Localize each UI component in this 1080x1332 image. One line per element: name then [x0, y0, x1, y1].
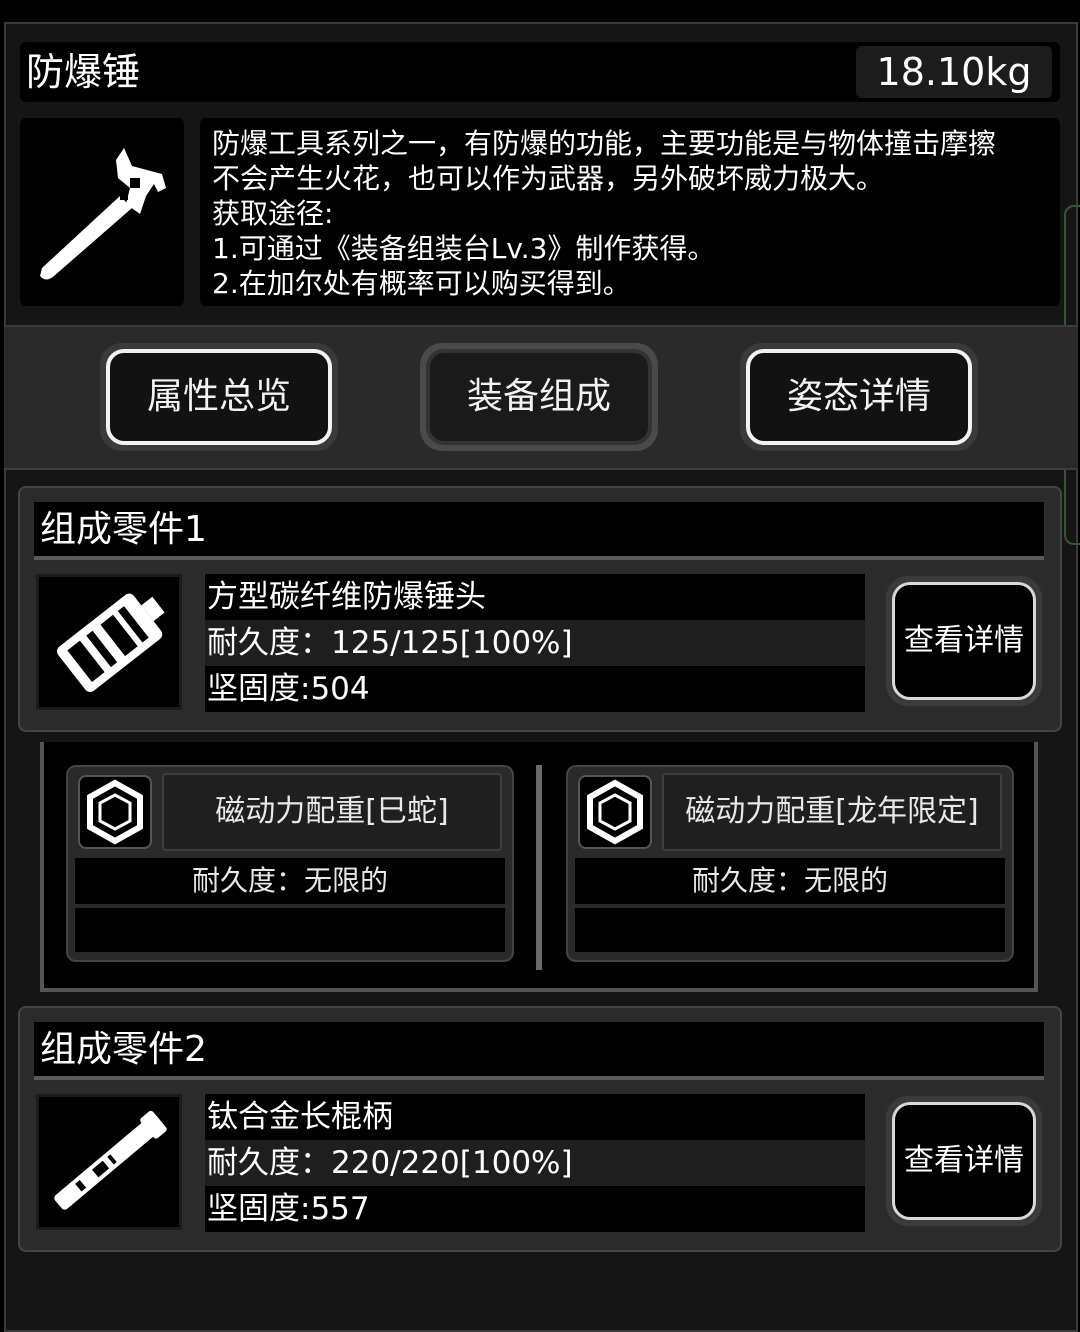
description-line: 防爆工具系列之一，有防爆的功能，主要功能是与物体撞击摩擦: [212, 127, 997, 160]
part-name: 方型碳纤维防爆锤头: [205, 574, 865, 620]
handle-icon: [36, 1094, 182, 1230]
tab-composition[interactable]: 装备组成: [420, 343, 658, 451]
description-line: 1.可通过《装备组装台Lv.3》制作获得。: [212, 232, 716, 265]
tab-stance-label: 姿态详情: [746, 349, 972, 445]
hammer-icon: [20, 118, 184, 306]
description-line: 获取途径:: [212, 197, 334, 230]
part-hardness: 坚固度:557: [205, 1186, 865, 1232]
part-durability: 耐久度：125/125[100%]: [205, 620, 865, 666]
item-description: 防爆工具系列之一，有防爆的功能，主要功能是与物体撞击摩擦 不会产生火花，也可以作…: [200, 118, 1060, 306]
weight-icon: [578, 775, 652, 849]
part-hardness: 坚固度:504: [205, 666, 865, 712]
accessory-empty-row-1: [75, 908, 505, 952]
description-line: 不会产生火花，也可以作为武器，另外破坏威力极大。: [212, 162, 885, 195]
tab-stance[interactable]: 姿态详情: [740, 343, 978, 451]
view-details-label: 查看详情: [892, 582, 1036, 700]
part-header-1: 组成零件1: [34, 502, 1044, 560]
part-info-1: 方型碳纤维防爆锤头 耐久度：125/125[100%] 坚固度:504: [205, 574, 865, 712]
view-details-button-1[interactable]: 查看详情: [886, 576, 1042, 706]
description-line: 2.在加尔处有概率可以购买得到。: [212, 267, 631, 300]
accessory-durability-1: 耐久度：无限的: [75, 858, 505, 904]
accessory-divider: [536, 765, 542, 970]
accessory-empty-row-2: [575, 908, 1005, 952]
accessory-name-1: 磁动力配重[巳蛇]: [162, 773, 502, 851]
view-details-label: 查看详情: [892, 1102, 1036, 1220]
accessory-durability-2: 耐久度：无限的: [575, 858, 1005, 904]
tab-overview-label: 属性总览: [106, 349, 332, 445]
part-header-2: 组成零件2: [34, 1022, 1044, 1080]
tab-overview[interactable]: 属性总览: [100, 343, 338, 451]
item-weight: 18.10kg: [856, 46, 1052, 98]
accessory-name-2: 磁动力配重[龙年限定]: [662, 773, 1002, 851]
weight-icon: [78, 775, 152, 849]
view-details-button-2[interactable]: 查看详情: [886, 1096, 1042, 1226]
part-name: 钛合金长棍柄: [205, 1094, 865, 1140]
tab-composition-label: 装备组成: [426, 349, 652, 445]
part-info-2: 钛合金长棍柄 耐久度：220/220[100%] 坚固度:557: [205, 1094, 865, 1232]
part-durability: 耐久度：220/220[100%]: [205, 1140, 865, 1186]
item-name: 防爆锤: [26, 50, 141, 94]
hammer-head-icon: [36, 574, 182, 710]
